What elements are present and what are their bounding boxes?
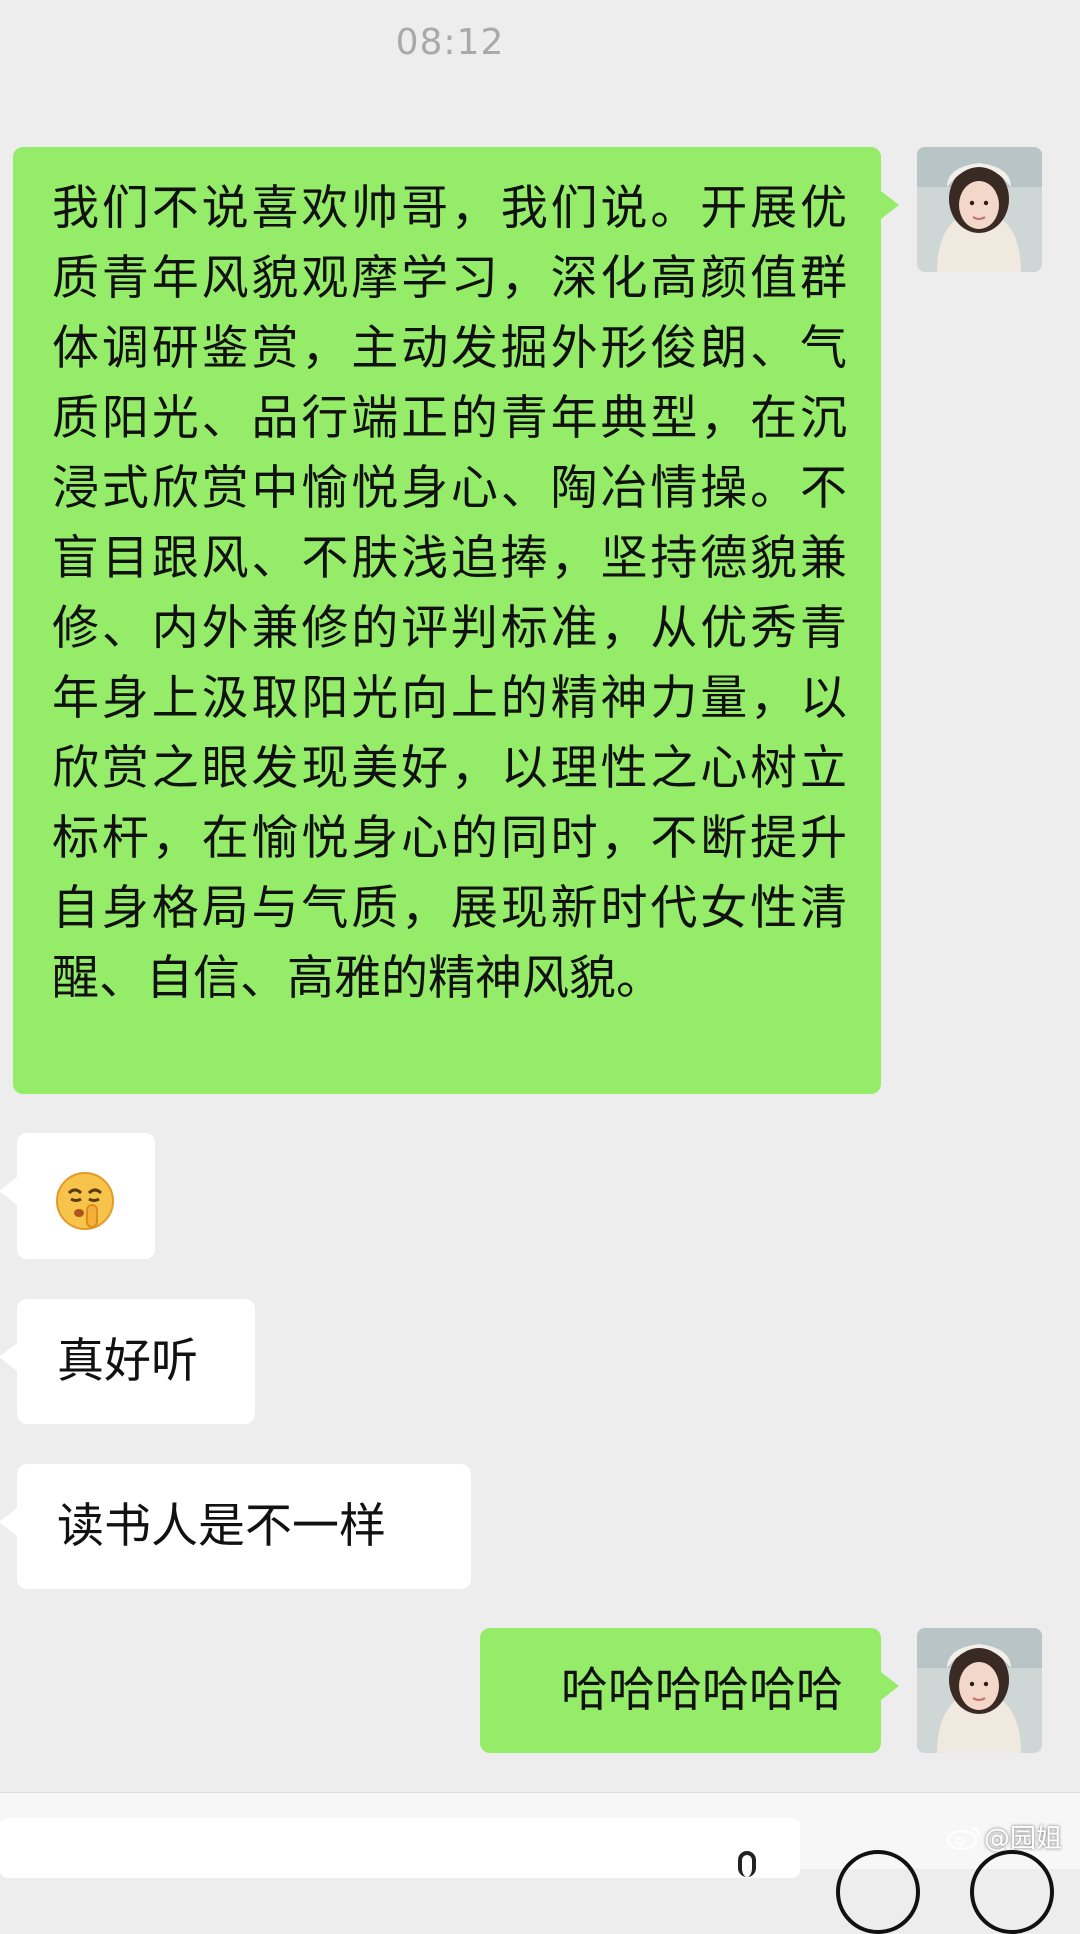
- watermark: @园姐: [984, 1824, 1063, 1854]
- smiley-icon[interactable]: [836, 1850, 920, 1934]
- my-avatar[interactable]: [917, 147, 1042, 272]
- outgoing-message-bubble[interactable]: 我们不说喜欢帅哥，我们说。开展优质青年风貌观摩学习，深化高颜值群体调研鉴赏，主动…: [13, 147, 899, 1094]
- incoming-message-bubble[interactable]: 读书人是不一样: [0, 1464, 471, 1589]
- my-avatar[interactable]: [917, 1628, 1042, 1753]
- shushing-face-emoji: [56, 1172, 114, 1230]
- incoming-message-bubble[interactable]: [0, 1133, 155, 1259]
- outgoing-message-bubble[interactable]: 哈哈哈哈哈哈: [480, 1628, 899, 1753]
- plus-circle-icon[interactable]: [970, 1850, 1054, 1934]
- message-input[interactable]: [0, 1818, 800, 1878]
- message-text: 哈哈哈哈哈哈: [561, 1663, 843, 1718]
- avatar-photo: [917, 147, 1042, 272]
- message-text: 真好听: [57, 1334, 198, 1389]
- weibo-logo: [946, 1826, 981, 1850]
- message-text: 读书人是不一样: [57, 1499, 386, 1554]
- voice-icon: [738, 1851, 756, 1877]
- message-timestamp: 08:12: [395, 22, 505, 63]
- incoming-message-bubble[interactable]: 真好听: [0, 1299, 255, 1424]
- avatar-photo: [917, 1628, 1042, 1753]
- chat-input-bar: [0, 1792, 1080, 1934]
- message-text: 我们不说喜欢帅哥，我们说。开展优质青年风貌观摩学习，深化高颜值群体调研鉴赏，主动…: [52, 181, 847, 1006]
